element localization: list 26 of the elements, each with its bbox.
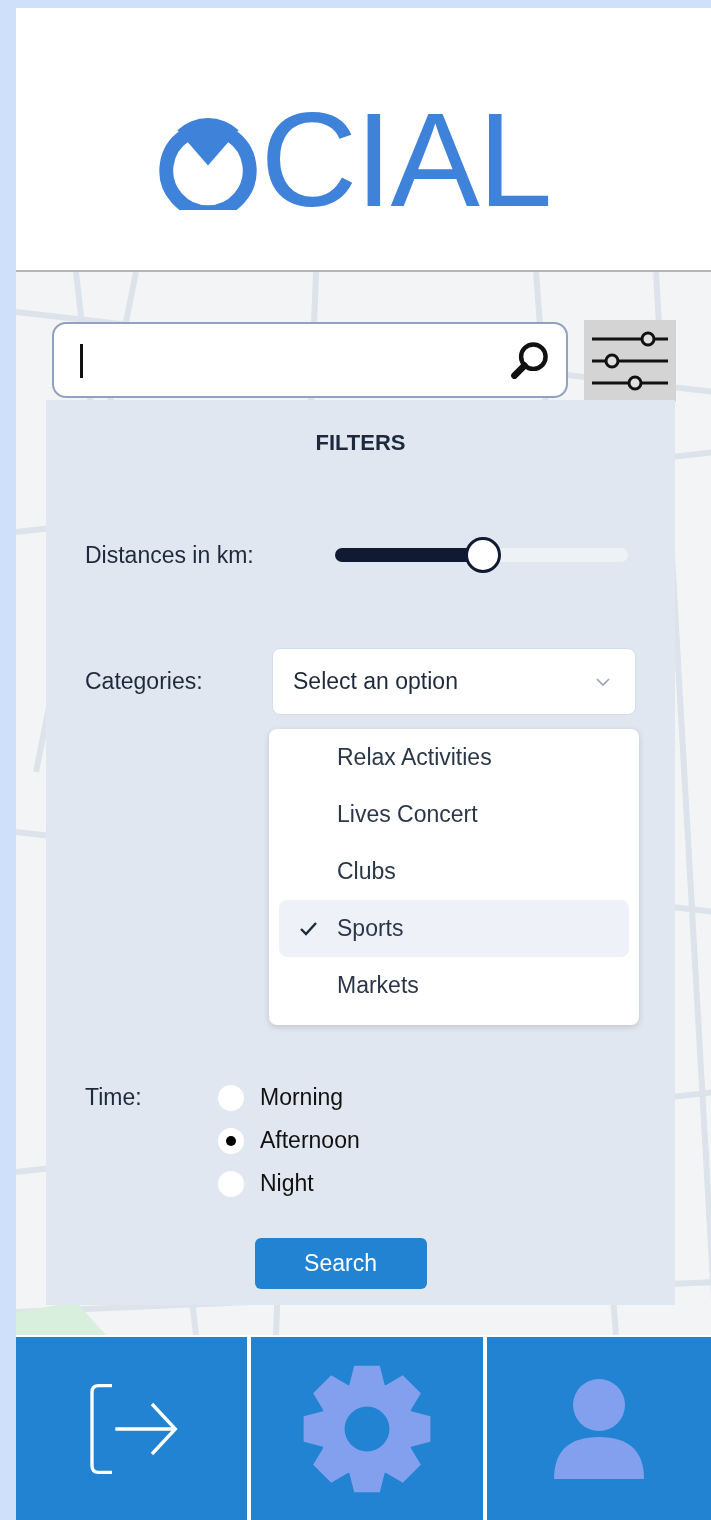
check-icon bbox=[298, 920, 318, 937]
distance-label: Distances in km: bbox=[85, 541, 255, 569]
search-button[interactable]: Search bbox=[254, 1238, 427, 1289]
filter-button[interactable] bbox=[584, 320, 676, 402]
slider-thumb[interactable] bbox=[464, 537, 501, 573]
text-cursor bbox=[80, 344, 83, 378]
search-field[interactable] bbox=[52, 322, 568, 398]
chevron-icon bbox=[595, 676, 611, 687]
radio-label: Afternoon bbox=[260, 1127, 360, 1154]
panel-title: FILTERS bbox=[314, 429, 407, 457]
dropdown-option[interactable]: Clubs bbox=[279, 843, 629, 900]
radio-button[interactable] bbox=[218, 1084, 244, 1111]
sliders-icon bbox=[590, 331, 670, 391]
radio-button[interactable] bbox=[218, 1170, 244, 1197]
radio-button[interactable] bbox=[218, 1127, 244, 1154]
search-icon[interactable] bbox=[510, 340, 550, 380]
radio-label: Morning bbox=[260, 1084, 344, 1111]
dropdown-option[interactable]: Markets bbox=[279, 957, 629, 1014]
logo-text: CIAL bbox=[260, 110, 551, 210]
dropdown-option[interactable]: Lives Concert bbox=[279, 786, 629, 843]
time-label: Time: bbox=[85, 1083, 143, 1112]
categories-label: Categories: bbox=[85, 668, 204, 695]
dropdown-option[interactable]: Relax Activities bbox=[279, 729, 629, 786]
radio-label: Night bbox=[260, 1170, 314, 1197]
dropdown-option[interactable]: Sports bbox=[279, 900, 629, 957]
category-select[interactable]: Select an option bbox=[272, 648, 636, 715]
